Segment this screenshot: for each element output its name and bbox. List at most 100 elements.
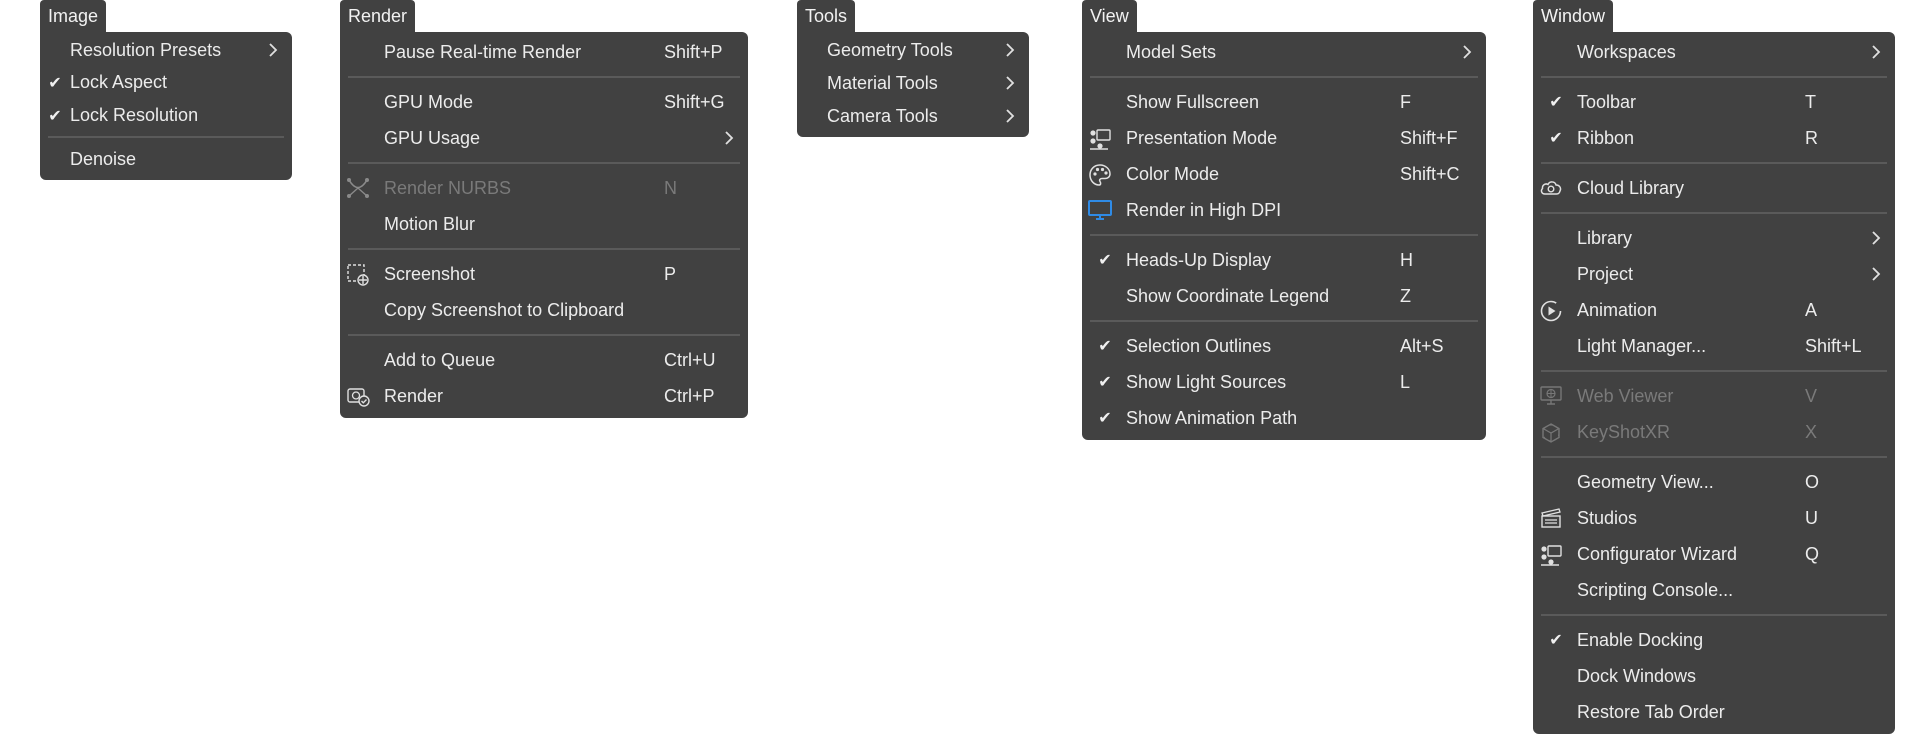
menu-item-show-light-sources[interactable]: ✔ Show Light Sources L xyxy=(1082,364,1486,400)
menu-item-shortcut: Ctrl+U xyxy=(664,349,716,370)
menu-item-workspaces[interactable]: Workspaces xyxy=(1533,34,1895,70)
window-menu-tab[interactable]: Window xyxy=(1533,0,1614,32)
menu-item-shortcut: Shift+C xyxy=(1400,163,1460,184)
menu-item-screenshot[interactable]: Screenshot P xyxy=(340,256,748,292)
menu-item-geometry-tools[interactable]: Geometry Tools xyxy=(797,34,1029,67)
menu-item-animation[interactable]: Animation A xyxy=(1533,292,1895,328)
menu-item-label: Lock Resolution xyxy=(70,105,199,125)
menu-item-dock-windows[interactable]: Dock Windows xyxy=(1533,658,1895,694)
menu-item-shortcut: O xyxy=(1805,471,1820,492)
menu-item-label: Model Sets xyxy=(1126,41,1217,62)
menu-item-show-fullscreen[interactable]: Show Fullscreen F xyxy=(1082,84,1486,120)
checkmark-icon: ✔ xyxy=(1098,252,1112,269)
menu-item-keyshotxr[interactable]: KeyShotXR X xyxy=(1533,414,1895,450)
menu-separator xyxy=(1090,76,1478,78)
menu-item-motion-blur[interactable]: Motion Blur xyxy=(340,206,748,242)
menu-item-selection-outlines[interactable]: ✔ Selection Outlines Alt+S xyxy=(1082,328,1486,364)
menu-item-label: Resolution Presets xyxy=(70,39,222,60)
menu-item-studios[interactable]: Studios U xyxy=(1533,500,1895,536)
menu-item-pause-realtime-render[interactable]: Pause Real-time Render Shift+P xyxy=(340,34,748,70)
menu-item-shortcut: X xyxy=(1805,421,1818,442)
menu-separator xyxy=(348,334,740,336)
menu-item-ribbon[interactable]: ✔ Ribbon R xyxy=(1533,120,1895,156)
menu-item-lock-resolution[interactable]: ✔ Lock Resolution xyxy=(40,99,292,132)
menu-separator xyxy=(48,136,284,138)
menu-item-show-coordinate-legend[interactable]: Show Coordinate Legend Z xyxy=(1082,278,1486,314)
image-menu-tab[interactable]: Image xyxy=(40,0,107,32)
menu-item-heads-up-display[interactable]: ✔ Heads-Up Display H xyxy=(1082,242,1486,278)
menu-item-camera-tools[interactable]: Camera Tools xyxy=(797,100,1029,133)
menu-item-label: Project xyxy=(1577,263,1634,284)
menu-item-shortcut: T xyxy=(1805,91,1816,112)
menu-item-label: Presentation Mode xyxy=(1126,127,1278,148)
menu-item-light-manager[interactable]: Light Manager... Shift+L xyxy=(1533,328,1895,364)
menu-item-library[interactable]: Library xyxy=(1533,220,1895,256)
menu-item-label: Selection Outlines xyxy=(1126,335,1272,356)
palette-icon xyxy=(1088,163,1112,186)
menu-item-shortcut: N xyxy=(664,177,677,198)
menu-item-copy-screenshot[interactable]: Copy Screenshot to Clipboard xyxy=(340,292,748,328)
menu-item-shortcut: Q xyxy=(1805,543,1820,564)
checkmark-icon: ✔ xyxy=(48,74,62,92)
menu-item-shortcut: H xyxy=(1400,249,1413,270)
menu-item-shortcut: Shift+L xyxy=(1805,335,1862,356)
menu-item-project[interactable]: Project xyxy=(1533,256,1895,292)
menu-item-geometry-view[interactable]: Geometry View... O xyxy=(1533,464,1895,500)
menu-item-label: Heads-Up Display xyxy=(1126,249,1272,270)
menu-item-label: Render xyxy=(384,385,444,406)
view-menu-tab[interactable]: View xyxy=(1082,0,1137,32)
menu-item-render-high-dpi[interactable]: Render in High DPI xyxy=(1082,192,1486,228)
cloud-library-icon xyxy=(1539,177,1563,199)
menu-item-shortcut: Shift+G xyxy=(664,91,725,112)
menu-separator xyxy=(1541,456,1887,458)
menu-item-shortcut: Alt+S xyxy=(1400,335,1444,356)
menu-item-enable-docking[interactable]: ✔ Enable Docking xyxy=(1533,622,1895,658)
menu-item-shortcut: V xyxy=(1805,385,1818,406)
menu-item-gpu-mode[interactable]: GPU Mode Shift+G xyxy=(340,84,748,120)
chevron-right-icon xyxy=(1871,227,1881,249)
render-menu-tab[interactable]: Render xyxy=(340,0,416,32)
checkmark-icon: ✔ xyxy=(1549,130,1563,147)
checkmark-icon: ✔ xyxy=(1098,410,1112,427)
menu-item-label: Ribbon xyxy=(1577,127,1635,148)
menu-item-label: Toolbar xyxy=(1577,91,1637,112)
menu-item-render-nurbs[interactable]: Render NURBS N xyxy=(340,170,748,206)
menu-item-label: GPU Mode xyxy=(384,91,474,112)
checkmark-icon: ✔ xyxy=(1549,94,1563,111)
menu-item-label: Camera Tools xyxy=(827,106,938,126)
checkmark-icon: ✔ xyxy=(48,107,62,125)
menu-item-lock-aspect[interactable]: ✔ Lock Aspect xyxy=(40,66,292,99)
menu-item-label: Scripting Console... xyxy=(1577,579,1734,600)
menu-item-label: Pause Real-time Render xyxy=(384,41,582,62)
menu-item-shortcut: F xyxy=(1400,91,1411,112)
menu-item-denoise[interactable]: Denoise xyxy=(40,142,292,176)
presentation-icon xyxy=(1088,127,1112,150)
menu-item-color-mode[interactable]: Color Mode Shift+C xyxy=(1082,156,1486,192)
menu-item-label: Show Light Sources xyxy=(1126,371,1287,392)
menu-item-label: Workspaces xyxy=(1577,41,1676,62)
menu-item-label: Material Tools xyxy=(827,73,938,93)
menu-item-resolution-presets[interactable]: Resolution Presets xyxy=(40,34,292,66)
menu-item-material-tools[interactable]: Material Tools xyxy=(797,67,1029,100)
render-menu-panel: Pause Real-time Render Shift+P GPU Mode … xyxy=(340,32,748,418)
menu-item-show-animation-path[interactable]: ✔ Show Animation Path xyxy=(1082,400,1486,436)
checkmark-icon: ✔ xyxy=(1098,338,1112,355)
menu-item-add-to-queue[interactable]: Add to Queue Ctrl+U xyxy=(340,342,748,378)
menu-item-shortcut: U xyxy=(1805,507,1818,528)
menu-item-render[interactable]: Render Ctrl+P xyxy=(340,378,748,414)
menu-item-label: Show Fullscreen xyxy=(1126,91,1260,112)
tools-menu-tab[interactable]: Tools xyxy=(797,0,856,32)
menu-item-presentation-mode[interactable]: Presentation Mode Shift+F xyxy=(1082,120,1486,156)
menu-item-label: Geometry Tools xyxy=(827,40,953,60)
menu-item-scripting-console[interactable]: Scripting Console... xyxy=(1533,572,1895,608)
menu-separator xyxy=(348,248,740,250)
menu-item-toolbar[interactable]: ✔ Toolbar T xyxy=(1533,84,1895,120)
menu-item-web-viewer[interactable]: Web Viewer V xyxy=(1533,378,1895,414)
menu-item-label: GPU Usage xyxy=(384,127,481,148)
menu-item-configurator-wizard[interactable]: Configurator Wizard Q xyxy=(1533,536,1895,572)
menu-item-gpu-usage[interactable]: GPU Usage xyxy=(340,120,748,156)
menu-item-cloud-library[interactable]: Cloud Library xyxy=(1533,170,1895,206)
menu-item-shortcut: P xyxy=(664,263,677,284)
menu-item-model-sets[interactable]: Model Sets xyxy=(1082,34,1486,70)
menu-item-label: KeyShotXR xyxy=(1577,421,1671,442)
